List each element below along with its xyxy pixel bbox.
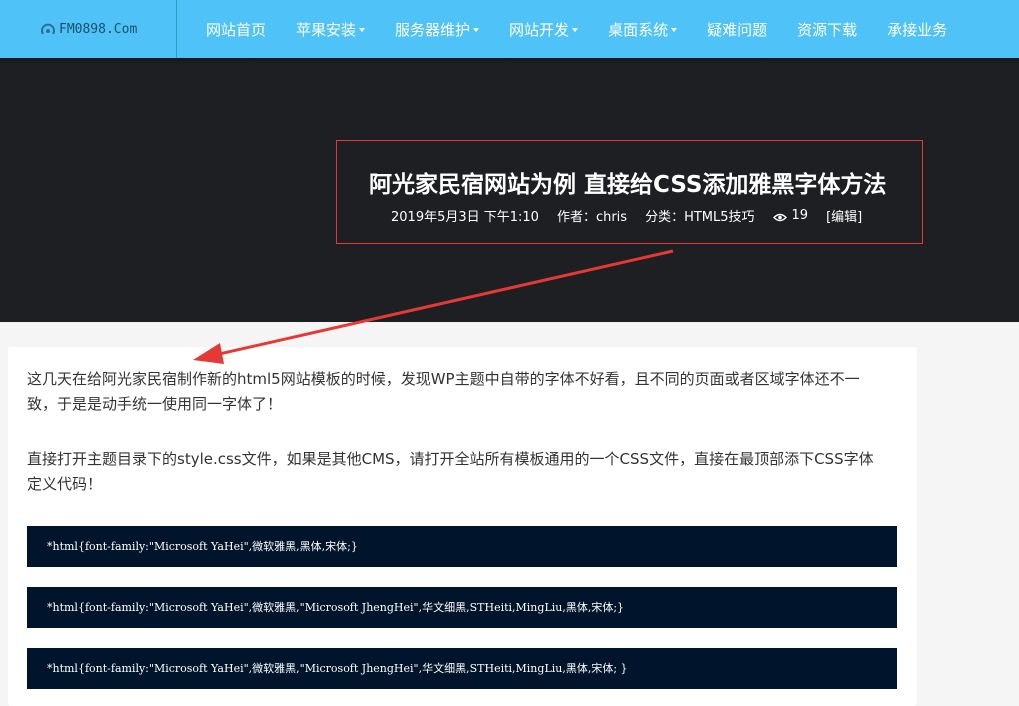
nav-item-server-maintenance[interactable]: 服务器维护 [380, 0, 494, 58]
chevron-down-icon [572, 28, 579, 32]
title-highlight-box: 阿光家民宿网站为例 直接给CSS添加雅黑字体方法 2019年5月3日 下午1:1… [336, 140, 923, 244]
nav-item-label: 苹果安装 [296, 20, 357, 39]
post-meta: 2019年5月3日 下午1:10 作者：chris 分类：HTML5技巧 19 … [391, 206, 862, 225]
nav-item-label: 服务器维护 [395, 20, 471, 39]
nav-item-desktop-system[interactable]: 桌面系统 [593, 0, 692, 58]
nav-item-home[interactable]: 网站首页 [191, 0, 281, 58]
edit-link[interactable]: [编辑] [826, 206, 862, 225]
code-block: *html{font-family:"Microsoft YaHei",微软雅黑… [27, 587, 897, 628]
post-title: 阿光家民宿网站为例 直接给CSS添加雅黑字体方法 [369, 172, 887, 198]
content-paragraph: 直接打开主题目录下的style.css文件，如果是其他CMS，请打开全站所有模板… [27, 450, 874, 493]
site-logo-icon [40, 21, 56, 37]
top-navbar: FM0898.Com 网站首页 苹果安装 服务器维护 网站开发 桌面系统 疑难问… [0, 0, 1019, 58]
site-logo[interactable]: FM0898.Com [40, 0, 177, 58]
nav-item-services[interactable]: 承接业务 [872, 0, 962, 58]
code-block: *html{font-family:"Microsoft YaHei",微软雅黑… [27, 648, 897, 689]
nav-item-label: 网站首页 [206, 20, 267, 39]
nav-item-downloads[interactable]: 资源下载 [782, 0, 872, 58]
site-logo-text: FM0898.Com [59, 21, 138, 37]
code-block: *html{font-family:"Microsoft YaHei",微软雅黑… [27, 526, 897, 567]
nav-item-web-development[interactable]: 网站开发 [494, 0, 593, 58]
nav-item-label: 疑难问题 [707, 20, 768, 39]
post-views-count: 19 [791, 208, 809, 223]
post-date: 2019年5月3日 下午1:10 [391, 210, 539, 225]
chevron-down-icon [359, 28, 366, 32]
post-content: 这几天在给阿光家民宿制作新的html5网站模板的时候，发现WP主题中自带的字体不… [8, 347, 917, 706]
nav-item-apple-install[interactable]: 苹果安装 [281, 0, 380, 58]
nav-item-troubleshooting[interactable]: 疑难问题 [692, 0, 782, 58]
nav-item-label: 资源下载 [797, 20, 858, 39]
nav-item-label: 网站开发 [509, 20, 570, 39]
eye-icon [772, 211, 787, 222]
nav-item-label: 承接业务 [887, 20, 948, 39]
banner-shade [0, 58, 1019, 64]
post-author[interactable]: 作者：chris [557, 206, 627, 225]
main-nav: 网站首页 苹果安装 服务器维护 网站开发 桌面系统 疑难问题 资源下载 承接业务 [191, 0, 962, 58]
post-header-banner: 阿光家民宿网站为例 直接给CSS添加雅黑字体方法 2019年5月3日 下午1:1… [0, 58, 1019, 322]
content-paragraph: 这几天在给阿光家民宿制作新的html5网站模板的时候，发现WP主题中自带的字体不… [27, 370, 860, 413]
chevron-down-icon [671, 28, 678, 32]
nav-item-label: 桌面系统 [608, 20, 669, 39]
post-category[interactable]: 分类：HTML5技巧 [645, 206, 754, 225]
chevron-down-icon [473, 28, 480, 32]
